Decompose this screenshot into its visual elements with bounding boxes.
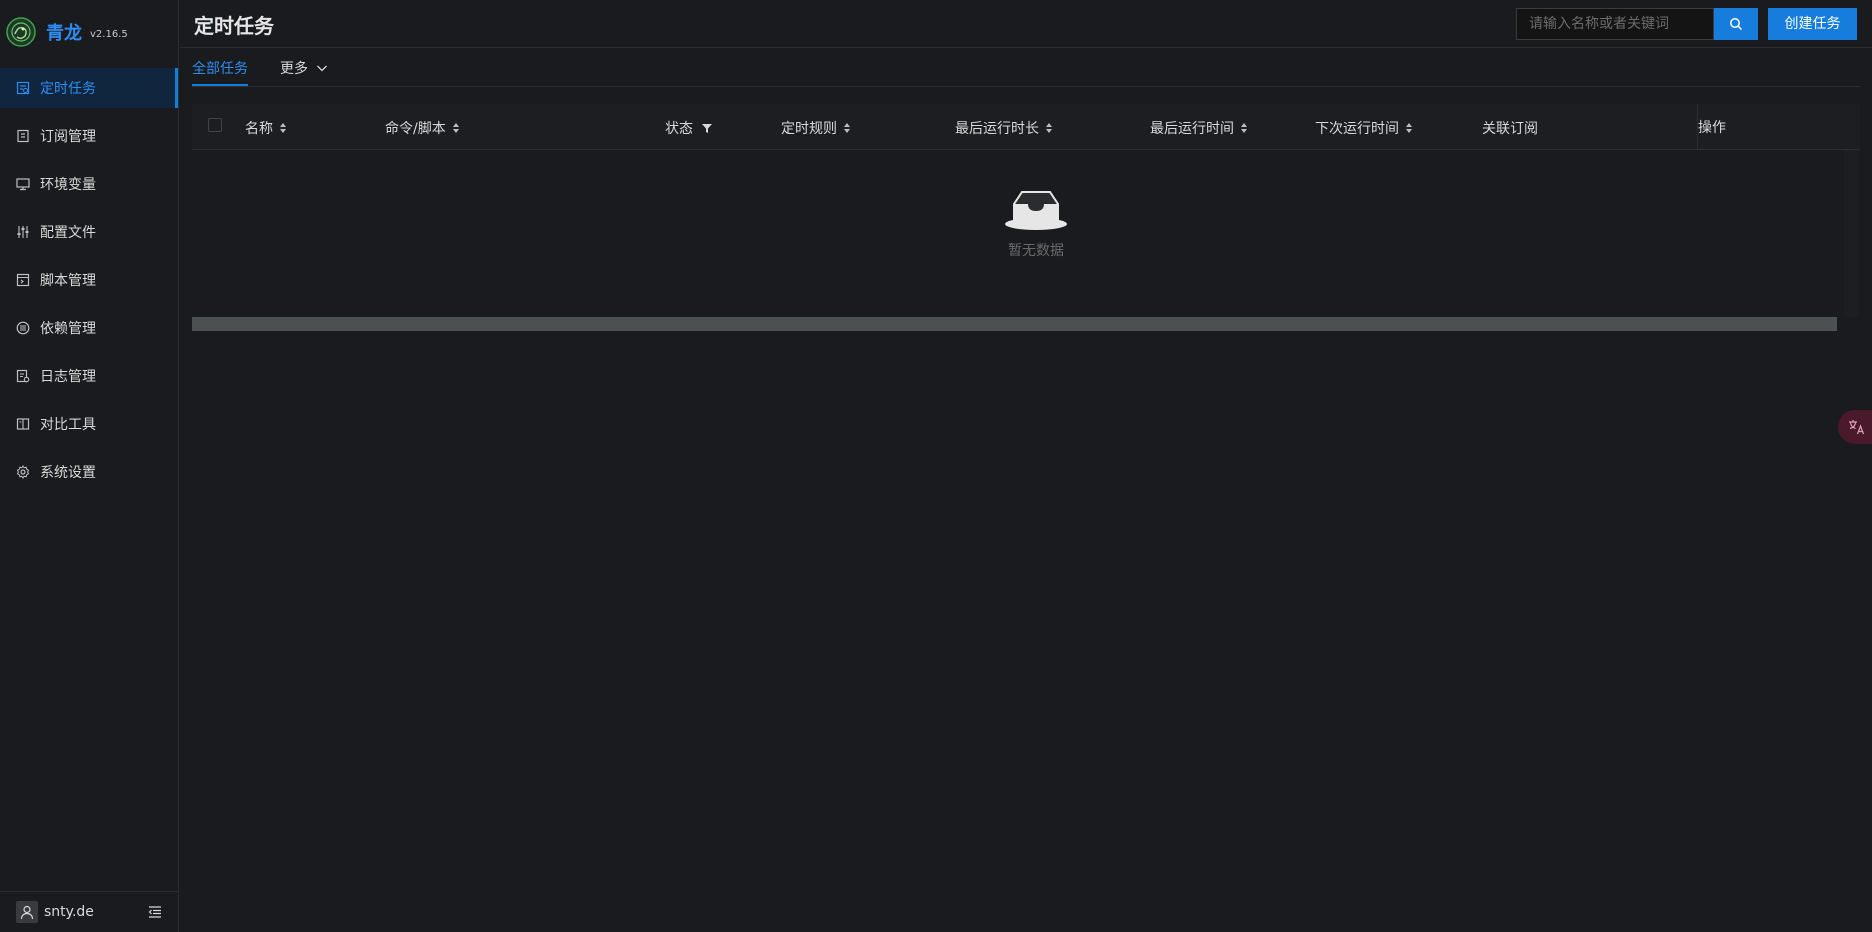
sidebar-item-settings[interactable]: 系统设置 [0,452,178,492]
avatar[interactable] [16,901,38,923]
horizontal-scrollbar[interactable] [192,317,1837,331]
qinglong-logo-icon [6,17,36,47]
column-label: 操作 [1698,120,1726,136]
sidebar-item-env[interactable]: 环境变量 [0,164,178,204]
translate-icon [1849,420,1865,435]
sidebar-item-cron[interactable]: 定时任务 [0,68,178,108]
column-label: 关联订阅 [1482,121,1538,137]
gear-icon [16,465,30,479]
column-next-run[interactable]: 下次运行时间 [1315,118,1413,138]
script-icon [16,273,30,287]
column-label: 最后运行时长 [955,121,1039,137]
sidebar-item-dependency[interactable]: 依赖管理 [0,308,178,348]
sidebar-item-label: 日志管理 [40,369,96,385]
column-label: 最后运行时间 [1150,121,1234,137]
dependency-icon [16,321,30,335]
app-name: 青龙 [46,23,82,44]
column-action: 操作 [1697,104,1843,150]
sort-icon [452,123,459,133]
user-icon [20,905,34,920]
sidebar-item-diff[interactable]: 对比工具 [0,404,178,444]
column-label: 下次运行时间 [1315,121,1399,137]
chevron-down-icon [317,65,327,72]
app-version: v2.16.5 [90,28,128,40]
select-all-checkbox[interactable] [208,118,222,132]
column-schedule[interactable]: 定时规则 [781,118,851,138]
tab-more[interactable]: 更多 [280,58,328,78]
monitor-icon [16,177,30,191]
empty-inbox-icon [1005,191,1067,230]
column-status[interactable]: 状态 [665,118,713,138]
tab-all-tasks[interactable]: 全部任务 [192,58,248,78]
task-table: 名称 命令/脚本 状态 定时规则 最后运行时长 最后运行时间 下次运行时间 关联… [192,104,1860,331]
log-icon [16,369,30,383]
empty-state: 暂无数据 [996,190,1076,260]
column-last-duration[interactable]: 最后运行时长 [955,118,1053,138]
column-label: 名称 [245,121,273,137]
search-icon [1730,18,1743,31]
column-label: 命令/脚本 [385,121,446,137]
sidebar-item-label: 系统设置 [40,465,96,481]
active-tab-indicator [192,84,248,86]
username[interactable]: snty.de [44,904,94,920]
sidebar-item-label: 定时任务 [40,81,96,97]
sidebar-item-log[interactable]: 日志管理 [0,356,178,396]
schedule-icon [16,81,30,95]
diff-icon [16,417,30,431]
sort-icon [844,123,850,133]
subscription-icon [16,129,30,143]
table-body: 暂无数据 [192,150,1860,331]
tab-more-label: 更多 [280,61,308,77]
empty-text: 暂无数据 [1008,243,1064,259]
column-subscription: 关联订阅 [1482,118,1538,138]
page-header: 定时任务 创建任务 [180,0,1872,48]
column-name[interactable]: 名称 [245,118,287,138]
sidebar: 青龙 v2.16.5 定时任务 订阅管理 环境变量 配置文件 脚本管理 依赖管理… [0,0,179,932]
vertical-scrollbar[interactable] [1844,150,1858,317]
column-command[interactable]: 命令/脚本 [385,118,460,138]
filter-icon[interactable] [701,122,713,134]
sort-icon [1046,123,1052,133]
page-title: 定时任务 [194,14,274,38]
search-input[interactable] [1516,8,1714,40]
column-last-run[interactable]: 最后运行时间 [1150,118,1248,138]
menu-collapse-icon[interactable] [148,905,162,923]
column-label: 状态 [665,121,693,137]
column-label: 定时规则 [781,121,837,137]
table-header: 名称 命令/脚本 状态 定时规则 最后运行时长 最后运行时间 下次运行时间 关联… [192,104,1860,150]
sidebar-item-config[interactable]: 配置文件 [0,212,178,252]
sidebar-menu: 定时任务 订阅管理 环境变量 配置文件 脚本管理 依赖管理 日志管理 对比工具 … [0,68,178,492]
sort-icon [1241,123,1247,133]
create-task-button[interactable]: 创建任务 [1768,8,1857,40]
sidebar-item-label: 依赖管理 [40,321,96,337]
sidebar-item-label: 环境变量 [40,177,96,193]
brand: 青龙 v2.16.5 [0,0,178,64]
sidebar-item-script[interactable]: 脚本管理 [0,260,178,300]
sliders-icon [16,225,30,239]
translate-button[interactable] [1838,410,1872,444]
sidebar-item-subscription[interactable]: 订阅管理 [0,116,178,156]
search-button[interactable] [1714,8,1758,40]
sidebar-footer: snty.de [0,891,178,932]
sort-icon [1406,123,1412,133]
sort-icon [280,123,286,133]
sidebar-item-label: 对比工具 [40,417,96,433]
sidebar-item-label: 订阅管理 [40,129,96,145]
task-tabs: 全部任务 更多 [192,48,1860,87]
sidebar-item-label: 脚本管理 [40,273,96,289]
sidebar-item-label: 配置文件 [40,225,96,241]
